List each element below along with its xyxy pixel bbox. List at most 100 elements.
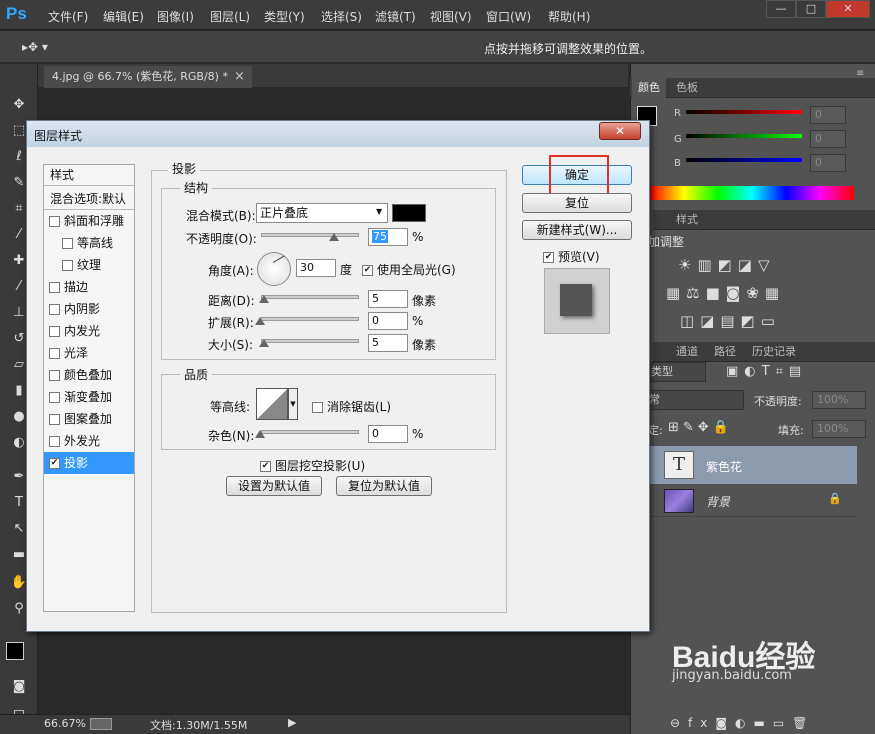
style-item[interactable]: 光泽	[44, 342, 134, 364]
tab-channels[interactable]: 通道	[670, 342, 704, 362]
style-item[interactable]: 斜面和浮雕	[44, 210, 134, 232]
style-item[interactable]: 纹理	[44, 254, 134, 276]
layer-filter-icons[interactable]: ▣◐T⌗▤	[726, 364, 807, 379]
shadow-color-swatch[interactable]	[392, 204, 426, 222]
menu-image[interactable]: 图像(I)	[157, 8, 194, 25]
b-value[interactable]: 0	[810, 154, 846, 172]
reset-default-button[interactable]: 复位为默认值	[336, 476, 432, 496]
distance-input[interactable]: 5	[368, 290, 408, 308]
menu-help[interactable]: 帮助(H)	[548, 8, 590, 25]
style-checkbox-icon[interactable]	[49, 392, 60, 403]
panel-menu-icon[interactable]: ≡	[856, 68, 864, 79]
antialias-check-icon[interactable]	[312, 402, 323, 413]
antialias-checkbox[interactable]: 消除锯齿(L)	[312, 398, 391, 415]
dialog-close-button[interactable]: ✕	[599, 122, 641, 140]
noise-input[interactable]: 0	[368, 425, 408, 443]
status-menu-arrow-icon[interactable]: ▶	[288, 716, 296, 729]
styles-header[interactable]: 样式	[50, 166, 74, 183]
global-light-check-icon[interactable]: ✔	[362, 265, 373, 276]
adjust-icons-row1[interactable]: ☀▥◩◪▽	[678, 256, 776, 274]
set-default-button[interactable]: 设置为默认值	[226, 476, 322, 496]
document-tab-close-icon[interactable]: ×	[234, 69, 245, 84]
style-item[interactable]: 描边	[44, 276, 134, 298]
size-input[interactable]: 5	[368, 334, 408, 352]
menu-type[interactable]: 类型(Y)	[264, 8, 305, 25]
distance-slider-knob[interactable]	[259, 295, 269, 303]
color-spectrum[interactable]	[650, 186, 854, 200]
style-item[interactable]: 渐变叠加	[44, 386, 134, 408]
style-checkbox-icon[interactable]	[49, 370, 60, 381]
noise-slider-knob[interactable]	[255, 430, 265, 438]
r-slider[interactable]	[686, 110, 802, 114]
opacity-slider-knob[interactable]	[329, 233, 339, 241]
menu-layer[interactable]: 图层(L)	[210, 8, 250, 25]
menu-edit[interactable]: 编辑(E)	[103, 8, 144, 25]
style-checkbox-icon[interactable]	[49, 326, 60, 337]
foreground-color-swatch[interactable]	[6, 642, 24, 660]
tab-swatches[interactable]: 色板	[670, 78, 704, 98]
style-checkbox-icon[interactable]	[49, 348, 60, 359]
document-tab[interactable]: 4.jpg @ 66.7% (紫色花, RGB/8) *	[44, 66, 252, 88]
adjust-icons-row3[interactable]: ◫◪▤◩▭	[680, 312, 781, 330]
style-item[interactable]: 颜色叠加	[44, 364, 134, 386]
style-checkbox-icon[interactable]: ✔	[49, 458, 60, 469]
new-style-button[interactable]: 新建样式(W)...	[522, 220, 632, 240]
layers-footer-icons[interactable]: ⊖fx◙◐▬▭🗑	[670, 716, 815, 730]
dialog-titlebar[interactable]	[27, 121, 649, 147]
opacity-slider[interactable]	[261, 233, 359, 237]
style-item[interactable]: 内发光	[44, 320, 134, 342]
spread-slider[interactable]	[261, 317, 359, 321]
tab-paths[interactable]: 路径	[708, 342, 742, 362]
opacity-value[interactable]: 100%	[812, 391, 866, 409]
menu-view[interactable]: 视图(V)	[430, 8, 472, 25]
tab-color[interactable]: 颜色	[632, 78, 666, 98]
close-button[interactable]: ✕	[826, 0, 870, 18]
menu-filter[interactable]: 滤镜(T)	[375, 8, 416, 25]
style-item[interactable]: 内阴影	[44, 298, 134, 320]
minimize-button[interactable]: —	[766, 0, 796, 18]
menu-window[interactable]: 窗口(W)	[486, 8, 531, 25]
adjust-icons-row2[interactable]: ▦⚖■◙❀▦	[666, 284, 785, 302]
style-item[interactable]: 等高线	[44, 232, 134, 254]
quick-mask-icon[interactable]: ◙	[8, 678, 30, 696]
restore-button[interactable]: □	[796, 0, 826, 18]
g-value[interactable]: 0	[810, 130, 846, 148]
tab-styles[interactable]: 样式	[670, 210, 704, 230]
g-slider[interactable]	[686, 134, 802, 138]
knockout-check-icon[interactable]: ✔	[260, 461, 271, 472]
global-light-checkbox[interactable]: ✔ 使用全局光(G)	[362, 261, 456, 278]
move-tool-icon[interactable]: ▸✥ ▾	[22, 40, 48, 54]
spread-input[interactable]: 0	[368, 312, 408, 330]
style-checkbox-icon[interactable]	[49, 414, 60, 425]
tab-history[interactable]: 历史记录	[746, 342, 802, 362]
blend-options-item[interactable]: 混合选项:默认	[50, 190, 126, 207]
preview-check-icon[interactable]: ✔	[543, 252, 554, 263]
fill-value[interactable]: 100%	[812, 420, 866, 438]
style-checkbox-icon[interactable]	[49, 216, 60, 227]
dialog-blend-mode-select[interactable]: 正片叠底	[256, 203, 388, 223]
contour-dropdown-icon[interactable]: ▼	[288, 388, 298, 420]
angle-input[interactable]: 30	[296, 259, 336, 277]
preview-checkbox[interactable]: ✔ 预览(V)	[543, 248, 600, 265]
style-checkbox-icon[interactable]	[49, 282, 60, 293]
style-checkbox-icon[interactable]	[62, 260, 73, 271]
menu-select[interactable]: 选择(S)	[321, 8, 362, 25]
opacity-input[interactable]: 75	[368, 228, 408, 246]
status-icon[interactable]	[90, 718, 112, 730]
lock-icons[interactable]: ⊞✎✥🔒	[668, 420, 733, 435]
style-item[interactable]: 图案叠加	[44, 408, 134, 430]
contour-picker[interactable]	[256, 388, 288, 420]
move-icon[interactable]: ✥	[8, 96, 30, 114]
distance-slider[interactable]	[261, 295, 359, 299]
style-checkbox-icon[interactable]	[49, 304, 60, 315]
menu-file[interactable]: 文件(F)	[48, 8, 88, 25]
spread-slider-knob[interactable]	[255, 317, 265, 325]
layer-name-text[interactable]: 紫色花	[706, 458, 742, 475]
b-slider[interactable]	[686, 158, 802, 162]
layer-name-background[interactable]: 背景	[706, 493, 730, 510]
angle-dial[interactable]	[257, 252, 291, 286]
size-slider-knob[interactable]	[259, 339, 269, 347]
size-slider[interactable]	[261, 339, 359, 343]
reset-button[interactable]: 复位	[522, 193, 632, 213]
style-checkbox-icon[interactable]	[62, 238, 73, 249]
